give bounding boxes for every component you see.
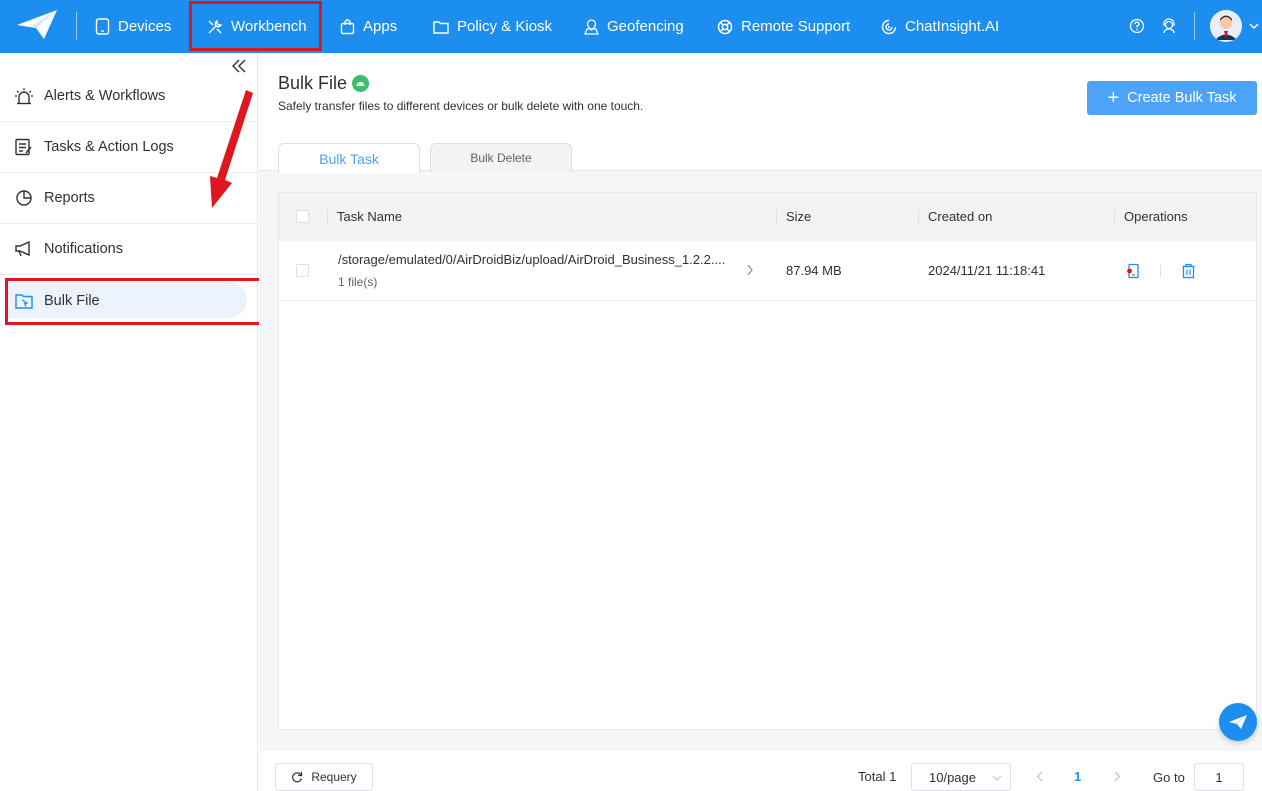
bulk-file-highlight-box (5, 278, 264, 325)
sidebar-item-label: Tasks & Action Logs (44, 139, 174, 155)
map-pin-icon (584, 18, 599, 35)
nav-geofencing[interactable]: Geofencing (584, 0, 684, 53)
nav-chatinsight[interactable]: ChatInsight.AI (881, 0, 999, 53)
nav-label: Geofencing (607, 18, 684, 35)
goto-page-input[interactable]: 1 (1194, 763, 1244, 791)
file-size: 87.94 MB (786, 263, 842, 278)
sidebar-item-notifications[interactable]: Notifications (0, 224, 258, 275)
tablet-icon (95, 18, 110, 35)
nav-divider (76, 12, 77, 40)
total-count: Total 1 (858, 769, 897, 784)
nav-label: ChatInsight.AI (905, 18, 1000, 35)
workbench-highlight-box (189, 1, 322, 51)
nav-label: Policy & Kiosk (457, 18, 553, 35)
nav-label: Apps (363, 18, 398, 35)
chevron-right-icon[interactable] (746, 264, 754, 276)
send-to-device-icon[interactable] (1125, 263, 1141, 279)
table-header: Task Name Size Created on Operations (279, 193, 1256, 241)
column-header-created-on[interactable]: Created on (928, 209, 992, 224)
bulk-task-table: Task Name Size Created on Operations /st… (278, 192, 1257, 730)
ai-chat-icon (881, 19, 897, 34)
support-agent-icon[interactable] (1161, 18, 1177, 34)
row-checkbox[interactable] (296, 264, 309, 277)
floating-assistant-button[interactable] (1219, 703, 1257, 741)
requery-label: Requery (311, 770, 357, 784)
nav-remote-support[interactable]: Remote Support (717, 0, 850, 53)
prev-page-icon[interactable] (1036, 771, 1043, 782)
avatar[interactable] (1210, 10, 1242, 42)
goto-label: Go to (1153, 770, 1185, 785)
file-count: 1 file(s) (338, 275, 378, 289)
column-separator (1114, 210, 1115, 225)
column-header-task-name[interactable]: Task Name (337, 209, 402, 224)
page-size-value: 10/page (929, 769, 976, 785)
android-icon (352, 75, 369, 92)
create-bulk-task-button[interactable]: + Create Bulk Task (1087, 81, 1257, 115)
column-header-size[interactable]: Size (786, 209, 811, 224)
select-all-checkbox[interactable] (296, 210, 309, 223)
shopping-bag-icon (340, 18, 355, 34)
table-row[interactable]: /storage/emulated/0/AirDroidBiz/upload/A… (279, 241, 1256, 301)
airdroid-logo[interactable] (14, 8, 60, 42)
paper-plane-icon (1229, 715, 1247, 729)
chevron-down-icon[interactable] (1249, 23, 1259, 30)
refresh-icon (292, 772, 303, 783)
task-name-path[interactable]: /storage/emulated/0/AirDroidBiz/upload/A… (338, 252, 725, 267)
folder-icon (433, 20, 449, 34)
tab-bulk-delete[interactable]: Bulk Delete (430, 143, 572, 172)
help-icon[interactable] (1129, 18, 1145, 34)
create-button-label: Create Bulk Task (1127, 90, 1237, 106)
page-subtitle: Safely transfer files to different devic… (278, 99, 644, 113)
pie-chart-icon (16, 190, 32, 206)
sidebar-item-label: Alerts & Workflows (44, 88, 166, 104)
column-separator (327, 210, 328, 225)
lifebuoy-icon (717, 19, 733, 34)
column-header-operations: Operations (1124, 209, 1188, 224)
nav-label: Remote Support (741, 18, 851, 35)
task-list-icon (15, 138, 32, 156)
chevron-down-icon (992, 775, 1002, 781)
plus-icon: + (1107, 87, 1120, 109)
nav-label: Devices (118, 18, 172, 35)
page-size-select[interactable]: 10/page (911, 763, 1011, 791)
delete-icon[interactable] (1181, 263, 1196, 279)
nav-apps[interactable]: Apps (340, 0, 397, 53)
page-title: Bulk File (278, 73, 348, 93)
tab-bulk-task[interactable]: Bulk Task (278, 143, 420, 173)
current-page-number[interactable]: 1 (1074, 769, 1081, 784)
user-avatar-icon (1210, 10, 1242, 42)
requery-button[interactable]: Requery (275, 763, 373, 791)
column-separator (918, 210, 919, 225)
sidebar-item-label: Notifications (44, 241, 123, 257)
sidebar-item-label: Reports (44, 190, 95, 206)
megaphone-icon (15, 240, 30, 257)
created-on: 2024/11/21 11:18:41 (928, 263, 1046, 278)
nav-policy-kiosk[interactable]: Policy & Kiosk (433, 0, 552, 53)
alarm-icon (15, 88, 33, 105)
column-separator (776, 210, 777, 225)
nav-devices[interactable]: Devices (95, 0, 171, 53)
operation-separator (1160, 265, 1161, 277)
pagination-footer (259, 751, 1262, 791)
next-page-icon[interactable] (1114, 771, 1121, 782)
nav-divider (1194, 12, 1195, 40)
red-arrow-annotation (210, 90, 253, 208)
